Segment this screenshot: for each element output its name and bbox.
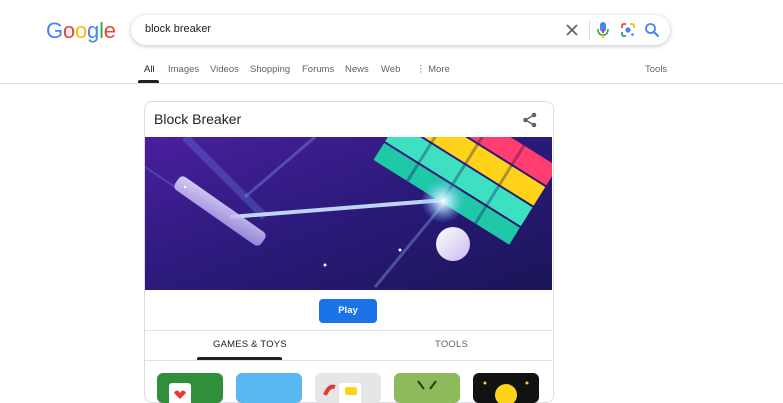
play-button[interactable]: Play <box>319 299 377 323</box>
logo-letter: o <box>62 18 75 43</box>
game-preview-image[interactable] <box>145 137 552 290</box>
card-divider <box>145 330 552 331</box>
game-thumbnail[interactable] <box>473 373 539 403</box>
game-thumbnail[interactable] <box>236 373 302 403</box>
tab-tools[interactable]: TOOLS <box>435 339 468 350</box>
tab-more[interactable]: ⋮ More <box>416 64 450 75</box>
google-logo[interactable]: Google <box>46 18 116 44</box>
tab-images[interactable]: Images <box>168 64 199 75</box>
share-icon[interactable] <box>521 111 539 129</box>
game-thumbnail[interactable] <box>157 373 223 403</box>
header-divider <box>0 83 783 84</box>
tab-forums[interactable]: Forums <box>302 64 334 75</box>
card-tabs-divider <box>145 360 552 361</box>
logo-letter: G <box>46 18 63 43</box>
logo-letter: e <box>103 18 116 43</box>
card-title: Block Breaker <box>154 111 242 127</box>
tab-shopping[interactable]: Shopping <box>250 64 290 75</box>
close-icon[interactable] <box>564 21 580 39</box>
tab-all[interactable]: All <box>144 64 155 75</box>
tools-button[interactable]: Tools <box>645 64 667 75</box>
tab-news[interactable]: News <box>345 64 369 75</box>
logo-letter: o <box>74 18 88 43</box>
microphone-icon[interactable] <box>596 21 610 39</box>
tab-web[interactable]: Web <box>381 64 400 75</box>
tab-games-toys[interactable]: GAMES & TOYS <box>213 339 287 350</box>
game-thumbnail[interactable] <box>315 373 381 403</box>
game-thumbnail[interactable] <box>394 373 460 403</box>
lens-icon[interactable] <box>620 22 636 38</box>
search-separator <box>589 20 590 40</box>
logo-letter: g <box>87 18 100 43</box>
tab-videos[interactable]: Videos <box>210 64 239 75</box>
search-icon[interactable] <box>644 22 660 38</box>
search-input[interactable]: block breaker <box>145 23 211 35</box>
